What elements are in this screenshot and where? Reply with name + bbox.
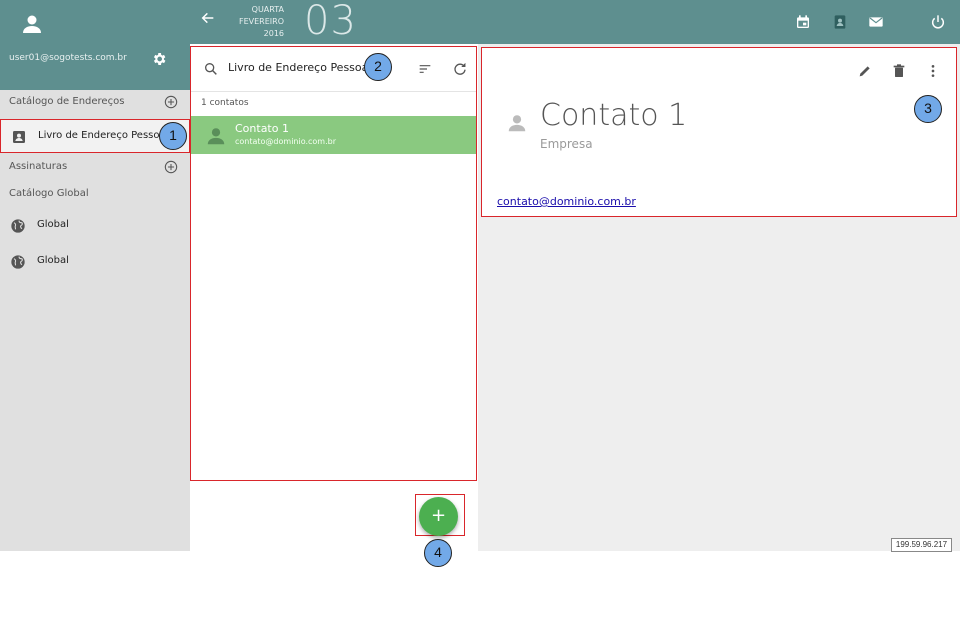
callout-4: 4: [424, 539, 452, 567]
add-address-book-icon[interactable]: [164, 95, 178, 109]
contacts-list-panel: Livro de Endereço Pessoal 1 contatos Con…: [190, 46, 477, 481]
divider: [191, 91, 476, 92]
sidebar-item-global-2[interactable]: Global: [0, 245, 190, 279]
section-label: Assinaturas: [9, 161, 68, 172]
section-global-catalog: Catálogo Global: [0, 184, 190, 206]
refresh-icon[interactable]: [452, 61, 468, 77]
globe-icon: [10, 254, 26, 270]
section-subscriptions: Assinaturas: [0, 157, 190, 179]
sort-icon[interactable]: [417, 61, 433, 77]
section-label: Catálogo Global: [9, 188, 89, 199]
sidebar-item-label: Livro de Endereço Pessoal: [38, 130, 169, 141]
date-month: FEVEREIRO: [238, 17, 284, 26]
callout-2: 2: [364, 53, 392, 81]
back-arrow-icon[interactable]: [200, 10, 216, 26]
sidebar-item-label: Global: [37, 219, 69, 230]
sidebar: user01@sogotests.com.br Catálogo de Ende…: [0, 0, 190, 551]
add-contact-button[interactable]: +: [419, 497, 458, 536]
contact-company: Empresa: [540, 137, 593, 151]
edit-icon[interactable]: [857, 63, 873, 79]
user-header: user01@sogotests.com.br: [0, 0, 190, 90]
gear-icon[interactable]: [151, 51, 167, 67]
contact-email-link[interactable]: contato@dominio.com.br: [497, 195, 636, 208]
top-bar: QUARTA FEVEREIRO 2016 03: [190, 0, 960, 44]
user-email: user01@sogotests.com.br: [9, 53, 127, 63]
contact-detail-card: Contato 1 Empresa contato@dominio.com.br: [481, 47, 957, 217]
globe-icon: [10, 218, 26, 234]
contact-email: contato@dominio.com.br: [235, 137, 337, 146]
avatar-icon[interactable]: [20, 12, 44, 36]
contacts-count: 1 contatos: [201, 98, 249, 108]
person-icon: [205, 125, 227, 147]
search-icon[interactable]: [203, 61, 219, 77]
sidebar-item-global-1[interactable]: Global: [0, 209, 190, 243]
calendar-icon[interactable]: [795, 14, 811, 30]
app-window: user01@sogotests.com.br Catálogo de Ende…: [0, 0, 960, 567]
date-year: 2016: [263, 29, 284, 38]
callout-1: 1: [159, 122, 187, 150]
address-book-title: Livro de Endereço Pessoal: [228, 61, 372, 74]
contact-name: Contato 1: [235, 122, 289, 135]
ip-address-badge: 199.59.96.217: [891, 538, 952, 552]
trash-icon[interactable]: [891, 63, 907, 79]
date-weekday: QUARTA: [251, 5, 284, 14]
callout-3: 3: [914, 95, 942, 123]
date-day: 03: [304, 0, 357, 44]
date-label: QUARTA FEVEREIRO 2016: [232, 4, 284, 40]
section-label: Catálogo de Endereços: [9, 96, 125, 107]
power-icon[interactable]: [930, 14, 946, 30]
sidebar-item-label: Global: [37, 255, 69, 266]
add-subscription-icon[interactable]: [164, 160, 178, 174]
contact-full-name: Contato 1: [540, 98, 688, 133]
contacts-app-icon[interactable]: [832, 14, 848, 30]
section-address-books: Catálogo de Endereços: [0, 92, 190, 114]
mail-icon[interactable]: [868, 14, 884, 30]
person-icon: [506, 112, 528, 134]
list-item[interactable]: Contato 1 contato@dominio.com.br: [191, 116, 476, 154]
contact-book-icon: [11, 129, 27, 145]
more-vertical-icon[interactable]: [925, 63, 941, 79]
